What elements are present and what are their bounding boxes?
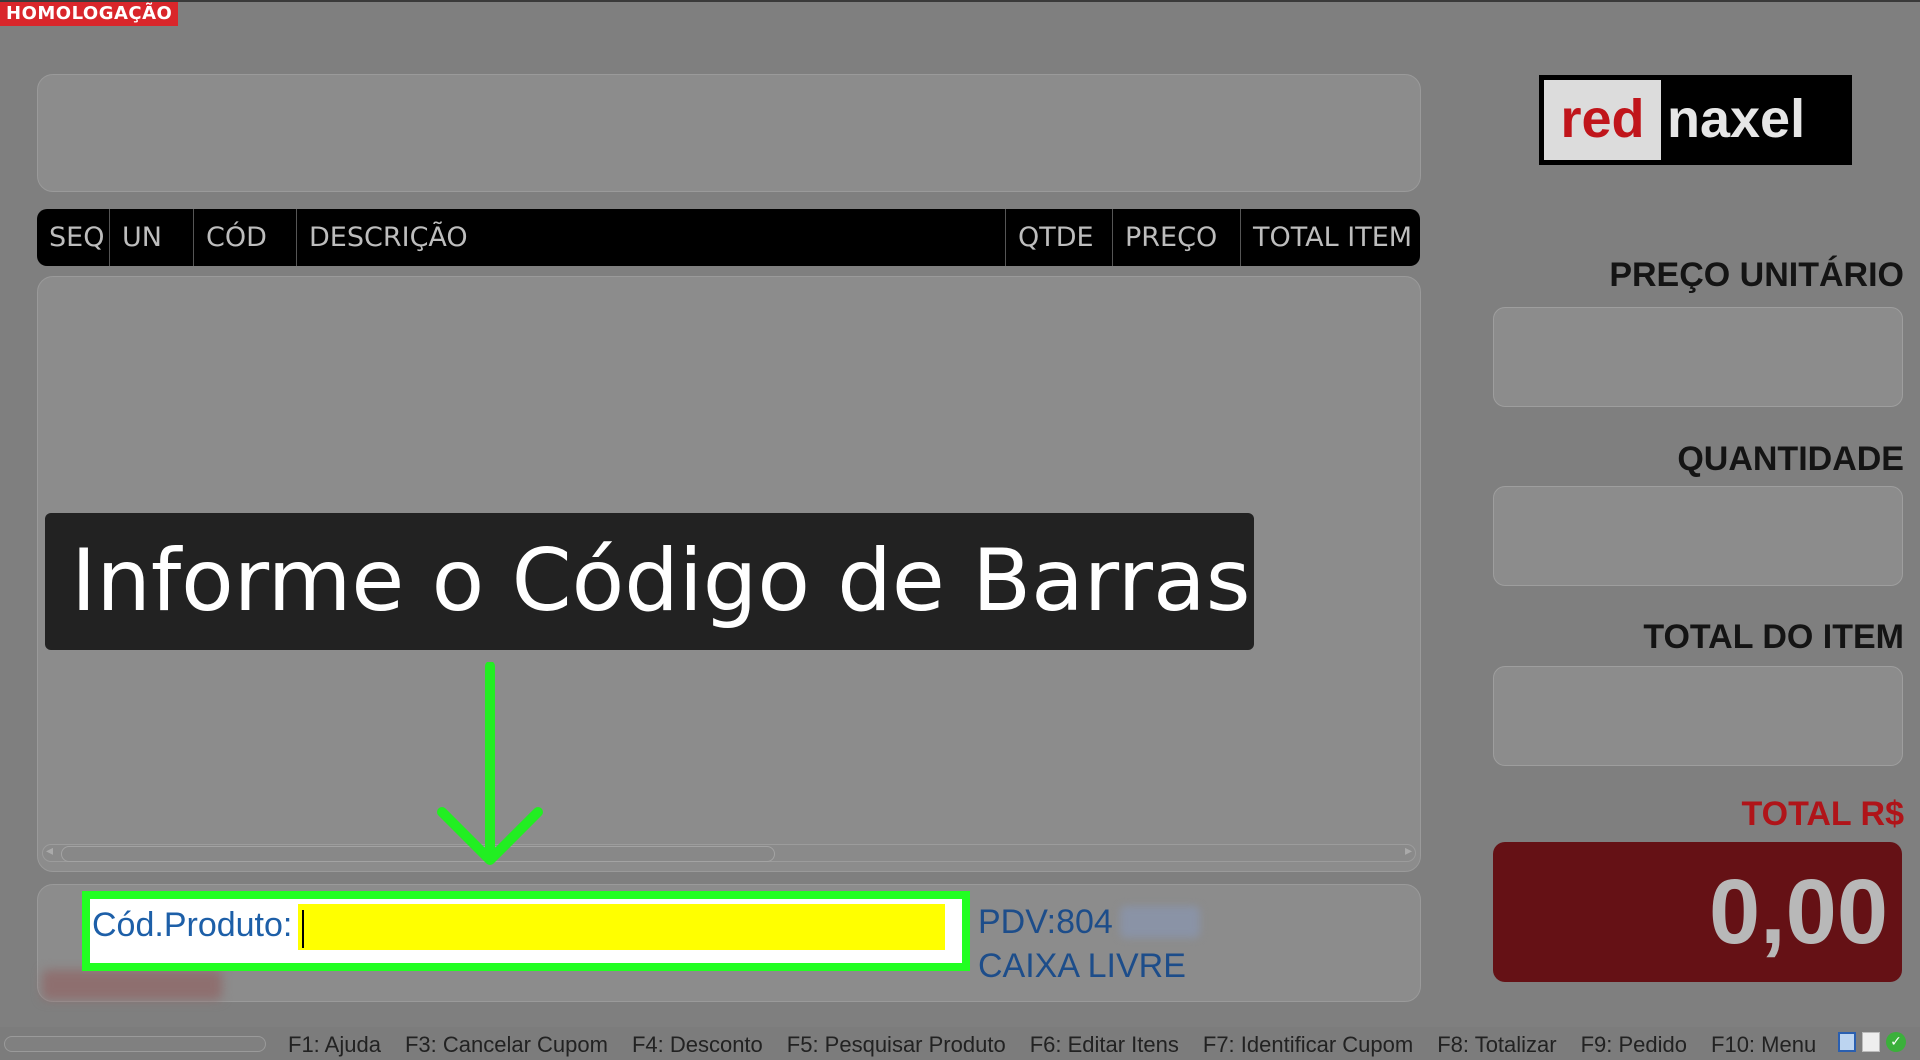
unit-price-field xyxy=(1493,307,1903,407)
items-table-header: SEQ UN CÓD DESCRIÇÃO QTDE PREÇO TOTAL IT… xyxy=(37,209,1420,266)
fkey-edit-items[interactable]: F6: Editar Itens xyxy=(1030,1030,1179,1060)
logo-red-text: red xyxy=(1544,80,1661,160)
quantity-label: QUANTIDADE xyxy=(1677,440,1904,478)
column-header-qtde[interactable]: QTDE xyxy=(1006,209,1113,266)
function-key-bar: F1: Ajuda F3: Cancelar Cupom F4: Descont… xyxy=(288,1030,1840,1060)
document-icon[interactable] xyxy=(1862,1032,1880,1052)
arrow-down-icon xyxy=(437,662,543,865)
product-code-label: Cód.Produto: xyxy=(92,906,293,944)
window-top-border xyxy=(0,0,1920,2)
item-total-field xyxy=(1493,666,1903,766)
fkey-order[interactable]: F9: Pedido xyxy=(1581,1030,1687,1060)
environment-badge: HOMOLOGAÇÃO xyxy=(0,2,179,26)
product-code-input[interactable] xyxy=(298,904,945,950)
column-header-un[interactable]: UN xyxy=(110,209,194,266)
redacted-pdv-detail xyxy=(1120,906,1200,938)
logo-white-text: naxel xyxy=(1667,89,1806,149)
fkey-search-product[interactable]: F5: Pesquisar Produto xyxy=(787,1030,1006,1060)
fkey-identify-receipt[interactable]: F7: Identificar Cupom xyxy=(1203,1030,1413,1060)
horizontal-scrollbar[interactable]: ◂ ▸ xyxy=(42,843,1416,862)
fkey-help[interactable]: F1: Ajuda xyxy=(288,1030,381,1060)
fkey-cancel-receipt[interactable]: F3: Cancelar Cupom xyxy=(405,1030,608,1060)
instruction-callout: Informe o Código de Barras xyxy=(45,513,1254,650)
window-icon[interactable] xyxy=(1838,1032,1856,1052)
fkey-discount[interactable]: F4: Desconto xyxy=(632,1030,763,1060)
status-ok-icon: ✓ xyxy=(1886,1032,1906,1052)
pdv-number: PDV:804 xyxy=(978,903,1113,941)
quantity-field xyxy=(1493,486,1903,586)
fkey-totalize[interactable]: F8: Totalizar xyxy=(1437,1030,1556,1060)
column-header-cod[interactable]: CÓD xyxy=(194,209,297,266)
register-status: CAIXA LIVRE xyxy=(978,947,1186,985)
total-value: 0,00 xyxy=(1708,861,1888,963)
rednaxel-logo: red naxel xyxy=(1539,75,1852,165)
scroll-left-icon[interactable]: ◂ xyxy=(46,843,53,859)
text-cursor xyxy=(302,910,304,948)
column-header-total-item[interactable]: TOTAL ITEM xyxy=(1241,209,1420,266)
status-progress-bar xyxy=(4,1036,266,1052)
unit-price-label: PREÇO UNITÁRIO xyxy=(1609,256,1904,294)
scroll-right-icon[interactable]: ▸ xyxy=(1405,843,1412,859)
total-display: 0,00 xyxy=(1493,842,1902,982)
column-header-seq[interactable]: SEQ xyxy=(37,209,110,266)
scrollbar-thumb[interactable] xyxy=(61,846,775,862)
redacted-operator-info xyxy=(42,970,222,1000)
fkey-menu[interactable]: F10: Menu xyxy=(1711,1030,1816,1060)
total-label: TOTAL R$ xyxy=(1741,795,1904,833)
column-header-descricao[interactable]: DESCRIÇÃO xyxy=(297,209,1006,266)
column-header-preco[interactable]: PREÇO xyxy=(1113,209,1241,266)
system-tray: ✓ xyxy=(1838,1032,1906,1052)
item-total-label: TOTAL DO ITEM xyxy=(1643,618,1904,656)
message-panel xyxy=(37,74,1421,192)
